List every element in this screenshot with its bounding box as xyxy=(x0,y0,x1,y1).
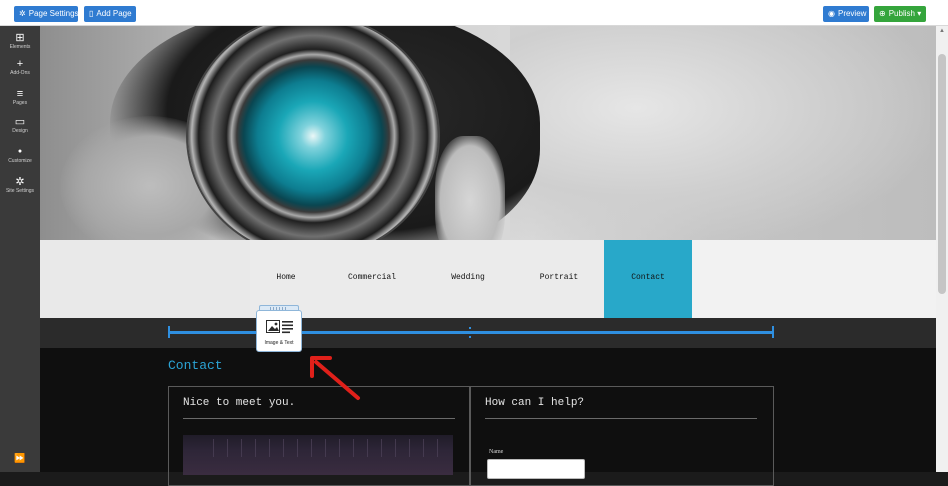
sidebar-item-label: Pages xyxy=(12,100,28,106)
sidebar-item-label: Design xyxy=(12,128,28,134)
gear-icon: ✲ xyxy=(15,176,25,188)
drop-icon: ● xyxy=(17,148,23,155)
scroll-up-arrow-icon[interactable]: ▲ xyxy=(938,28,946,34)
monitor-icon: ▭ xyxy=(14,116,26,128)
sidebar-item-customize[interactable]: ● Customize xyxy=(0,146,40,165)
contact-section: Contact Nice to meet you. How can I help… xyxy=(40,318,936,486)
sidebar-item-label: Site Settings xyxy=(5,188,35,194)
chevron-down-icon: ▾ xyxy=(917,9,922,18)
page-icon: ▯ xyxy=(89,9,94,18)
sidebar-item-site-settings[interactable]: ✲ Site Settings xyxy=(0,176,40,195)
drop-indicator-left-cap xyxy=(168,326,170,338)
nav-item-wedding[interactable]: Wedding xyxy=(424,240,512,318)
divider xyxy=(183,418,455,419)
gear-icon: ✲ xyxy=(19,9,26,18)
pages-icon: ≡ xyxy=(16,88,24,100)
hero-image xyxy=(40,26,936,240)
fast-forward-icon: ⏩ xyxy=(14,453,26,463)
camera-lens xyxy=(188,26,438,240)
section-heading: Contact xyxy=(168,358,223,373)
eye-icon: ◉ xyxy=(828,9,835,18)
image-ceiling-pattern xyxy=(213,439,443,457)
sidebar-item-design[interactable]: ▭ Design xyxy=(0,116,40,135)
column-image[interactable] xyxy=(183,435,453,475)
site-nav-band: Home Commercial Wedding Portrait Contact xyxy=(40,240,936,318)
top-toolbar: ✲ Page Settings ▯ Add Page ◉ Preview ⊕ Publi… xyxy=(0,0,948,26)
dragged-element-image-text[interactable]: Image & Text xyxy=(256,310,302,352)
publish-label: Publish xyxy=(888,9,915,18)
dragged-element-label: Image & Text xyxy=(264,340,294,346)
right-column[interactable]: How can I help? Name xyxy=(470,386,774,486)
page-scrollbar[interactable]: ▲ xyxy=(936,26,948,472)
sidebar-item-pages[interactable]: ≡ Pages xyxy=(0,88,40,107)
sidebar-item-label: Customize xyxy=(8,158,32,164)
sidebar-item-label: Elements xyxy=(9,44,31,50)
name-input[interactable] xyxy=(487,459,585,479)
image-text-icon xyxy=(266,320,293,334)
sidebar-item-add-ons[interactable]: + Add-Ons xyxy=(0,58,40,77)
drop-indicator-column-split xyxy=(469,327,473,338)
hero-face-shade xyxy=(510,26,930,240)
add-page-label: Add Page xyxy=(96,9,132,18)
drop-zone-band xyxy=(40,318,936,348)
sidebar-item-label: Add-Ons xyxy=(10,70,30,76)
nav-item-contact[interactable]: Contact xyxy=(604,240,692,318)
add-page-button[interactable]: ▯ Add Page xyxy=(84,6,136,22)
page-settings-label: Page Settings xyxy=(28,9,79,18)
globe-icon: ⊕ xyxy=(879,9,886,18)
name-field-label: Name xyxy=(489,449,504,455)
right-column-title: How can I help? xyxy=(485,397,585,409)
drop-indicator-right-cap xyxy=(772,326,774,338)
publish-button[interactable]: ⊕ Publish ▾ xyxy=(874,6,926,22)
preview-button[interactable]: ◉ Preview xyxy=(823,6,869,22)
nav-left-panel xyxy=(40,240,250,318)
plus-icon: + xyxy=(16,58,24,70)
grid-icon: ⊞ xyxy=(15,32,25,44)
scrollbar-thumb[interactable] xyxy=(938,54,946,294)
preview-label: Preview xyxy=(837,9,867,18)
nav-item-portrait[interactable]: Portrait xyxy=(514,240,604,318)
sidebar-collapse-button[interactable]: ⏩ xyxy=(0,453,40,464)
editor-sidebar: ⊞ Elements + Add-Ons ≡ Pages ▭ Design ● … xyxy=(0,26,40,472)
divider xyxy=(485,418,757,419)
nav-item-commercial[interactable]: Commercial xyxy=(328,240,416,318)
page-settings-button[interactable]: ✲ Page Settings xyxy=(14,6,79,22)
sidebar-item-elements[interactable]: ⊞ Elements xyxy=(0,32,40,51)
annotation-arrow-icon xyxy=(310,356,360,400)
left-column-title: Nice to meet you. xyxy=(183,397,296,409)
hero-hand-right xyxy=(435,136,505,240)
